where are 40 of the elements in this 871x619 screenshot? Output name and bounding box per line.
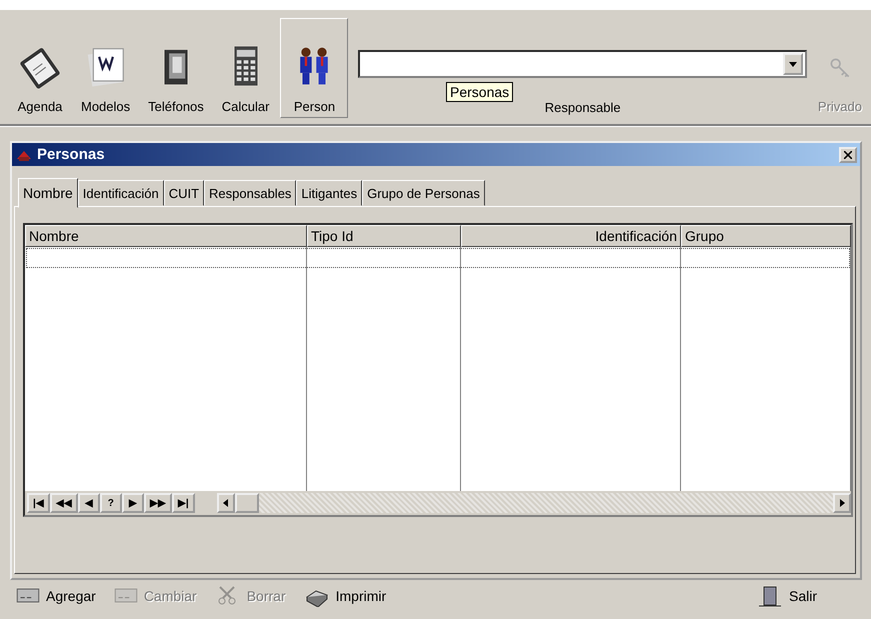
navigator-button[interactable]: ▶| [172,493,195,513]
responsable-label: Responsable [544,100,621,115]
action-button[interactable]: Salir [756,584,817,606]
toolbar-button[interactable]: Agenda [10,38,70,118]
dropdown-arrow-icon [788,62,797,66]
tab[interactable]: Litigantes [296,180,362,206]
tooltip: Personas [446,82,514,102]
window-title: Personas [37,146,106,163]
navigator-button[interactable]: ◀ [78,493,100,513]
tab[interactable]: Nombre [18,178,78,208]
close-icon [844,150,852,158]
column-header[interactable]: Grupo [681,225,851,247]
column-header[interactable]: Nombre [25,225,307,247]
scroll-left-icon [223,499,228,507]
card-icon [16,588,40,603]
toolbar-button[interactable]: Person [280,18,348,118]
navigator-button[interactable]: |◀ [27,493,50,513]
navigator-button[interactable]: ◀◀ [50,493,78,513]
navigator-button[interactable]: ▶▶ [144,493,172,513]
close-button[interactable] [839,146,857,162]
scroll-thumb[interactable] [234,493,259,513]
action-button[interactable]: Imprimir [304,584,386,606]
horizontal-scrollbar[interactable] [216,493,851,513]
action-button[interactable]: Agregar [16,588,96,604]
toolbar-button[interactable]: Calcular [214,38,276,118]
column-header[interactable]: Identificación [461,225,681,247]
tab[interactable]: CUIT [164,180,204,206]
column-header[interactable]: Tipo Id [307,225,461,247]
toolbar-button[interactable]: Teléfonos [141,38,211,118]
card-icon [114,588,138,603]
toolbar-button[interactable]: Modelos [74,38,138,118]
navigator-button[interactable]: ▶ [122,493,144,513]
focus-row[interactable] [26,248,850,268]
tab[interactable]: Responsables [204,180,296,206]
tab[interactable]: Grupo de Personas [362,180,485,206]
responsable-dropdown[interactable] [358,50,807,78]
door-icon [756,584,783,606]
scroll-right-icon [840,499,844,507]
tab[interactable]: Identificación [78,180,164,206]
navigator-button[interactable]: ? [100,493,122,513]
